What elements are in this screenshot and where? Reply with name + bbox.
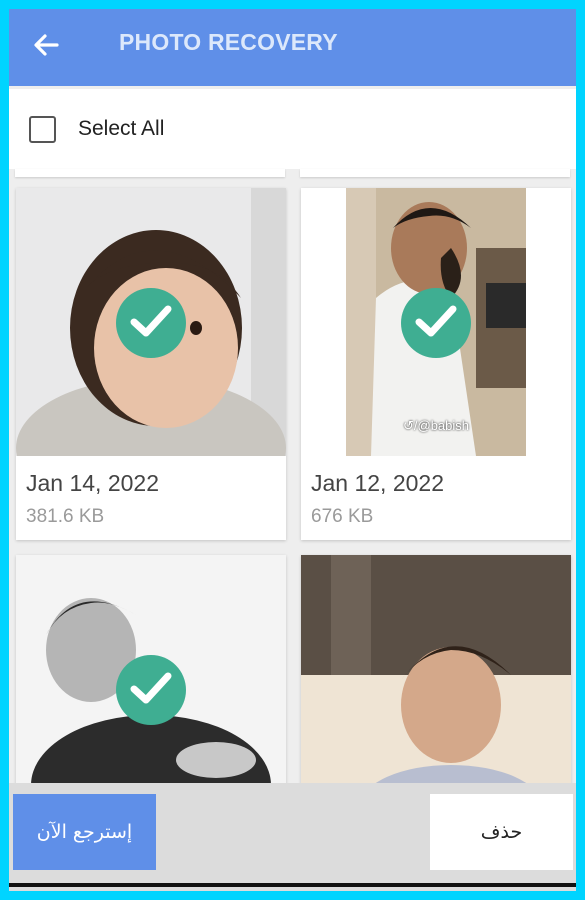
photo-thumbnail	[16, 555, 286, 795]
bottom-action-bar: إسترجع الآن حذف	[9, 783, 576, 891]
back-button[interactable]	[9, 9, 83, 86]
selected-check-badge[interactable]	[401, 288, 471, 358]
previous-card-edge	[300, 169, 570, 177]
delete-button[interactable]: حذف	[430, 794, 573, 870]
photo-size: 381.6 KB	[26, 506, 105, 527]
photo-thumbnail	[301, 555, 571, 795]
recover-now-button[interactable]: إسترجع الآن	[13, 794, 156, 870]
selected-check-badge[interactable]	[116, 655, 186, 725]
photo-size: 676 KB	[311, 506, 374, 527]
divider	[9, 883, 576, 887]
app-screen: PHOTO RECOVERY Select All Jan 14, 2022 3…	[9, 9, 576, 891]
photo-card[interactable]: Jan 14, 2022 381.6 KB	[16, 188, 286, 540]
check-icon	[129, 670, 173, 711]
app-bar: PHOTO RECOVERY	[9, 9, 576, 86]
select-all-row[interactable]: Select All	[9, 89, 576, 169]
photo-card[interactable]: ↺/@babish Jan 12, 2022 676 KB	[301, 188, 571, 540]
select-all-checkbox[interactable]	[29, 115, 56, 143]
select-all-label: Select All	[78, 117, 165, 140]
photo-watermark: ↺/@babish	[403, 418, 470, 433]
photo-thumbnail	[16, 188, 286, 456]
photo-date: Jan 12, 2022	[311, 470, 445, 496]
arrow-left-icon	[31, 30, 61, 65]
photo-card[interactable]	[16, 555, 286, 795]
check-icon	[129, 303, 173, 344]
check-icon	[414, 303, 458, 344]
photo-date: Jan 14, 2022	[26, 470, 160, 496]
previous-card-edge	[15, 169, 285, 177]
page-title: PHOTO RECOVERY	[119, 29, 338, 55]
photo-thumbnail: ↺/@babish	[301, 188, 571, 456]
photo-card[interactable]	[301, 555, 571, 795]
selected-check-badge[interactable]	[116, 288, 186, 358]
